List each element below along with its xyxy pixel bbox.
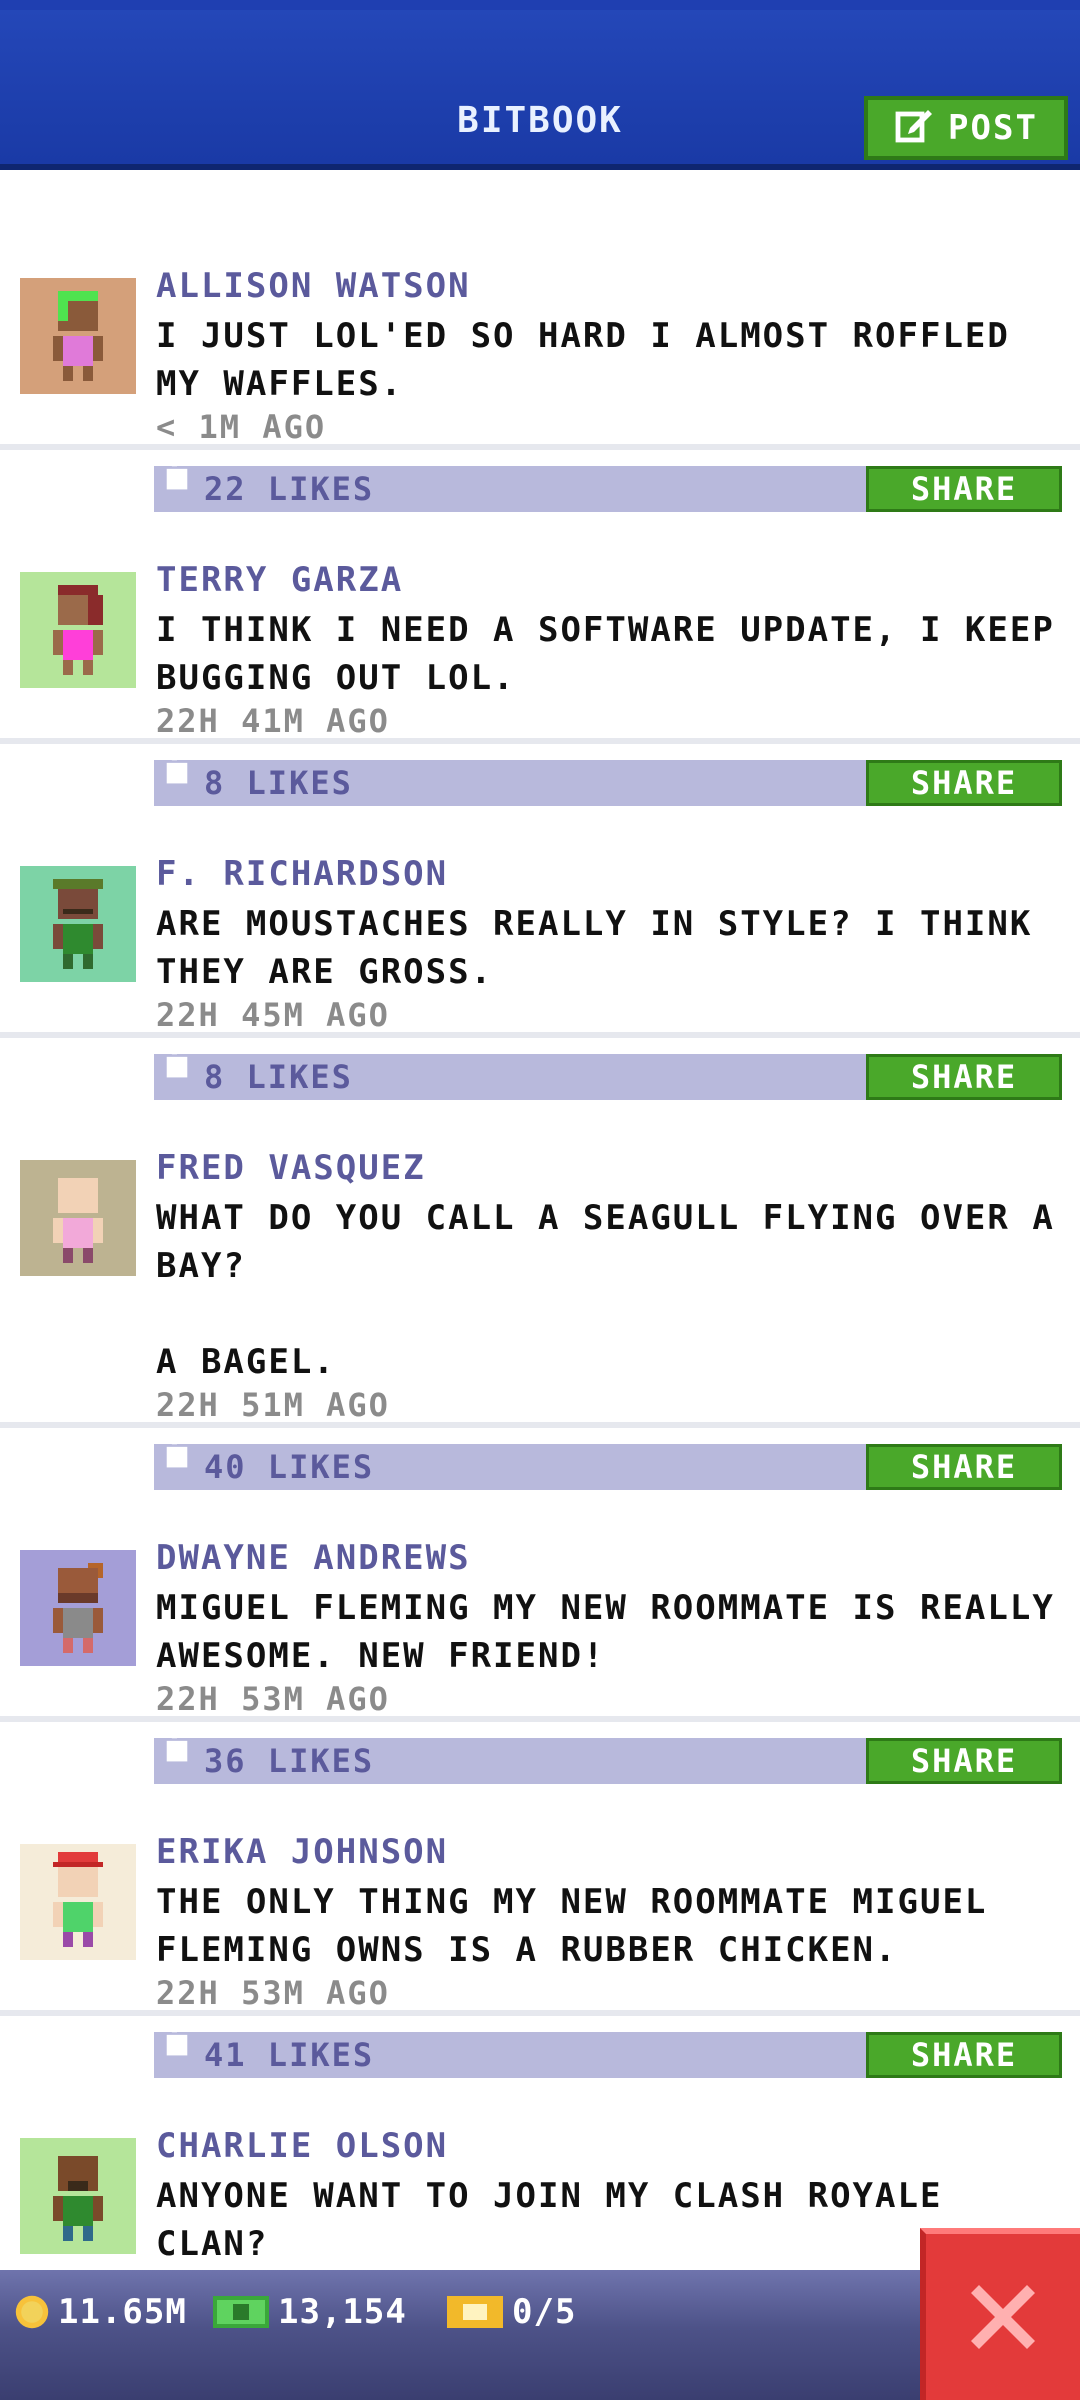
ticket-icon	[447, 2296, 503, 2328]
bux-icon	[213, 2296, 269, 2328]
post-message: I JUST LOL'ED SO HARD I ALMOST ROFFLED M…	[156, 316, 1033, 404]
post-message: MIGUEL FLEMING MY NEW ROOMMATE IS REALLY…	[156, 1588, 1078, 1676]
list-item: F. RICHARDSON ARE MOUSTACHES REALLY IN S…	[0, 854, 1080, 1100]
list-item: TERRY GARZA I THINK I NEED A SOFTWARE UP…	[0, 560, 1080, 806]
post-time: 22H 45M AGO	[156, 996, 390, 1034]
like-bar[interactable]: 36 LIKES SHARE	[154, 1728, 1062, 1784]
post-author[interactable]: ERIKA JOHNSON	[156, 1832, 448, 1872]
share-button[interactable]: SHARE	[866, 1738, 1062, 1784]
post-time: 22H 53M AGO	[156, 1974, 390, 2012]
tickets-value: 0/5	[512, 2292, 577, 2332]
avatar[interactable]	[20, 278, 136, 394]
post-time: 22H 53M AGO	[156, 1680, 390, 1718]
like-icon	[166, 750, 188, 784]
post-author[interactable]: FRED VASQUEZ	[156, 1148, 426, 1188]
post-button-label: POST	[948, 108, 1038, 148]
avatar[interactable]	[20, 572, 136, 688]
likes-count: 41 LIKES	[204, 2036, 375, 2074]
share-button[interactable]: SHARE	[866, 2032, 1062, 2078]
post-button[interactable]: POST	[864, 96, 1068, 160]
list-item: ERIKA JOHNSON THE ONLY THING MY NEW ROOM…	[0, 1832, 1080, 2078]
share-button[interactable]: SHARE	[866, 466, 1062, 512]
like-icon	[166, 1044, 188, 1078]
likes-count: 8 LIKES	[204, 1058, 353, 1096]
like-icon	[166, 1434, 188, 1468]
post-message: WHAT DO YOU CALL A SEAGULL FLYING OVER A…	[156, 1198, 1055, 1382]
post-time: 22H 41M AGO	[156, 702, 390, 740]
share-button[interactable]: SHARE	[866, 1444, 1062, 1490]
like-icon	[166, 456, 188, 490]
like-bar[interactable]: 8 LIKES SHARE	[154, 750, 1062, 806]
likes-count: 22 LIKES	[204, 470, 375, 508]
like-icon	[166, 2022, 188, 2056]
post-author[interactable]: F. RICHARDSON	[156, 854, 448, 894]
post-author[interactable]: TERRY GARZA	[156, 560, 403, 600]
coins-value: 11.65M	[58, 2292, 187, 2332]
list-item: FRED VASQUEZ WHAT DO YOU CALL A SEAGULL …	[0, 1148, 1080, 1490]
post-time: 22H 51M AGO	[156, 1386, 390, 1424]
bux-value: 13,154	[278, 2292, 407, 2332]
avatar[interactable]	[20, 1160, 136, 1276]
avatar[interactable]	[20, 866, 136, 982]
like-icon	[166, 1728, 188, 1762]
post-message: I THINK I NEED A SOFTWARE UPDATE, I KEEP…	[156, 610, 1078, 698]
coin-icon	[15, 2295, 49, 2329]
like-bar[interactable]: 22 LIKES SHARE	[154, 456, 1062, 512]
share-button[interactable]: SHARE	[866, 1054, 1062, 1100]
like-bar[interactable]: 8 LIKES SHARE	[154, 1044, 1062, 1100]
post-author[interactable]: ALLISON WATSON	[156, 266, 471, 306]
feed-list[interactable]: ALLISON WATSON I JUST LOL'ED SO HARD I A…	[0, 170, 1080, 2270]
app-header: BITBOOK POST	[0, 0, 1080, 170]
avatar[interactable]	[20, 1550, 136, 1666]
avatar[interactable]	[20, 2138, 136, 2254]
post-edit-icon	[894, 104, 934, 153]
likes-count: 8 LIKES	[204, 764, 353, 802]
coins-stat[interactable]: 11.65M	[14, 2292, 187, 2332]
like-bar[interactable]: 40 LIKES SHARE	[154, 1434, 1062, 1490]
bux-stat[interactable]: 13,154	[212, 2292, 407, 2332]
like-bar[interactable]: 41 LIKES SHARE	[154, 2022, 1062, 2078]
post-author[interactable]: CHARLIE OLSON	[156, 2126, 448, 2166]
likes-count: 36 LIKES	[204, 1742, 375, 1780]
status-bar: 11.65M 13,154 0/5	[0, 2270, 1080, 2400]
list-item: DWAYNE ANDREWS MIGUEL FLEMING MY NEW ROO…	[0, 1538, 1080, 1784]
close-icon	[971, 2285, 1035, 2349]
post-message: ARE MOUSTACHES REALLY IN STYLE? I THINK …	[156, 904, 1055, 992]
list-item: ALLISON WATSON I JUST LOL'ED SO HARD I A…	[0, 266, 1080, 512]
close-button[interactable]	[920, 2228, 1080, 2400]
avatar[interactable]	[20, 1844, 136, 1960]
post-author[interactable]: DWAYNE ANDREWS	[156, 1538, 471, 1578]
tickets-stat[interactable]: 0/5	[446, 2292, 576, 2332]
post-time: < 1M AGO	[156, 408, 327, 446]
likes-count: 40 LIKES	[204, 1448, 375, 1486]
share-button[interactable]: SHARE	[866, 760, 1062, 806]
post-message: THE ONLY THING MY NEW ROOMMATE MIGUEL FL…	[156, 1882, 1010, 1970]
list-item: CHARLIE OLSON ANYONE WANT TO JOIN MY CLA…	[0, 2126, 1080, 2270]
